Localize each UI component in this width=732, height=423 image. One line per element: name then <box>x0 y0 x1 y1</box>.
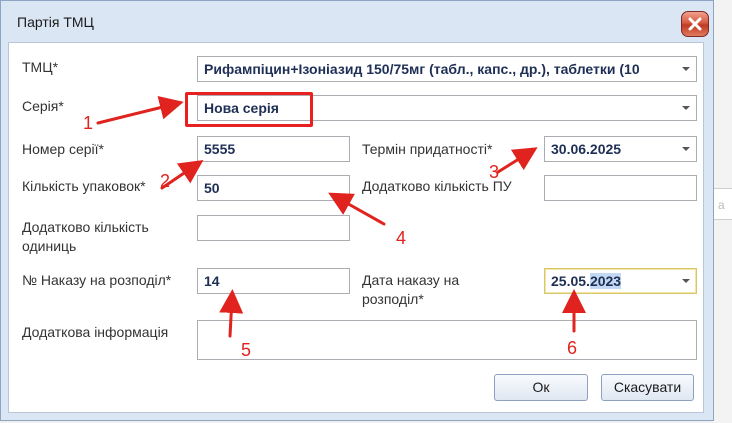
annotation-label-1: 1 <box>83 113 94 133</box>
annotation-label-3: 3 <box>489 162 500 182</box>
arrow-1 <box>96 95 184 125</box>
annotation-label-4: 4 <box>396 228 407 248</box>
annotation-label-6: 6 <box>567 338 578 358</box>
annotation-label-5: 5 <box>241 340 252 360</box>
arrow-5 <box>219 289 244 338</box>
annotation-arrows <box>96 95 586 338</box>
arrow-3 <box>496 147 538 174</box>
arrow-4 <box>328 192 386 226</box>
annotation-label-2: 2 <box>160 171 171 191</box>
